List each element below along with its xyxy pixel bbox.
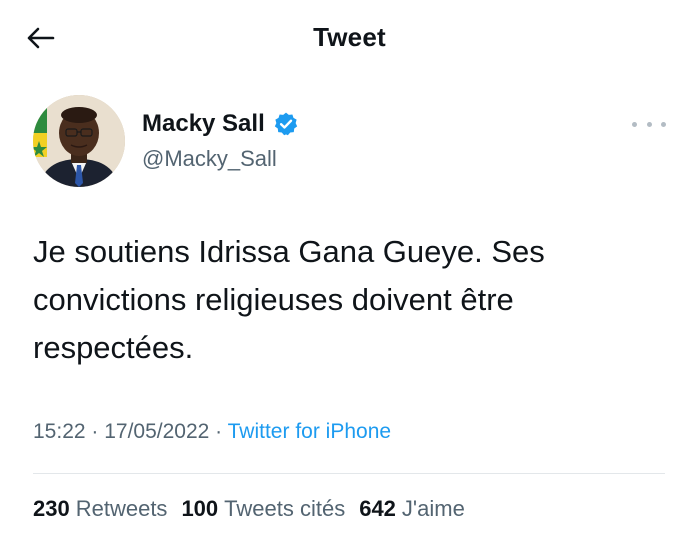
- retweets-stat[interactable]: 230 Retweets: [33, 496, 167, 522]
- quote-tweets-stat[interactable]: 100 Tweets cités: [181, 496, 345, 522]
- meta-separator: ·: [209, 420, 228, 443]
- verified-badge-icon: [273, 111, 299, 137]
- page-title: Tweet: [313, 22, 386, 52]
- retweets-count: 230: [33, 496, 70, 521]
- header-bar: Tweet: [0, 0, 699, 78]
- tweet-source-link[interactable]: Twitter for iPhone: [228, 420, 391, 443]
- divider: [33, 473, 665, 474]
- quotes-count: 100: [181, 496, 219, 521]
- meta-separator: ·: [85, 420, 105, 443]
- retweets-label: Retweets: [75, 496, 168, 521]
- tweet-meta: 15:22 · 17/05/2022 · Twitter for iPhone: [33, 420, 391, 444]
- likes-stat[interactable]: 642 J'aime: [359, 496, 465, 522]
- tweet-time[interactable]: 15:22: [33, 420, 86, 443]
- engagement-stats: 230 Retweets 100 Tweets cités 642 J'aime: [33, 496, 465, 522]
- author-handle[interactable]: @Macky_Sall: [142, 146, 277, 172]
- tweet-text: Je soutiens Idrissa Gana Gueye. Ses conv…: [33, 234, 545, 365]
- author-name-row[interactable]: Macky Sall: [142, 110, 299, 138]
- likes-label: J'aime: [401, 496, 465, 521]
- likes-count: 642: [359, 496, 396, 521]
- author-name[interactable]: Macky Sall: [142, 110, 265, 138]
- tweet-date[interactable]: 17/05/2022: [104, 420, 209, 443]
- quotes-label: Tweets cités: [224, 496, 346, 521]
- avatar[interactable]: [33, 95, 125, 187]
- more-options-icon[interactable]: [632, 116, 666, 132]
